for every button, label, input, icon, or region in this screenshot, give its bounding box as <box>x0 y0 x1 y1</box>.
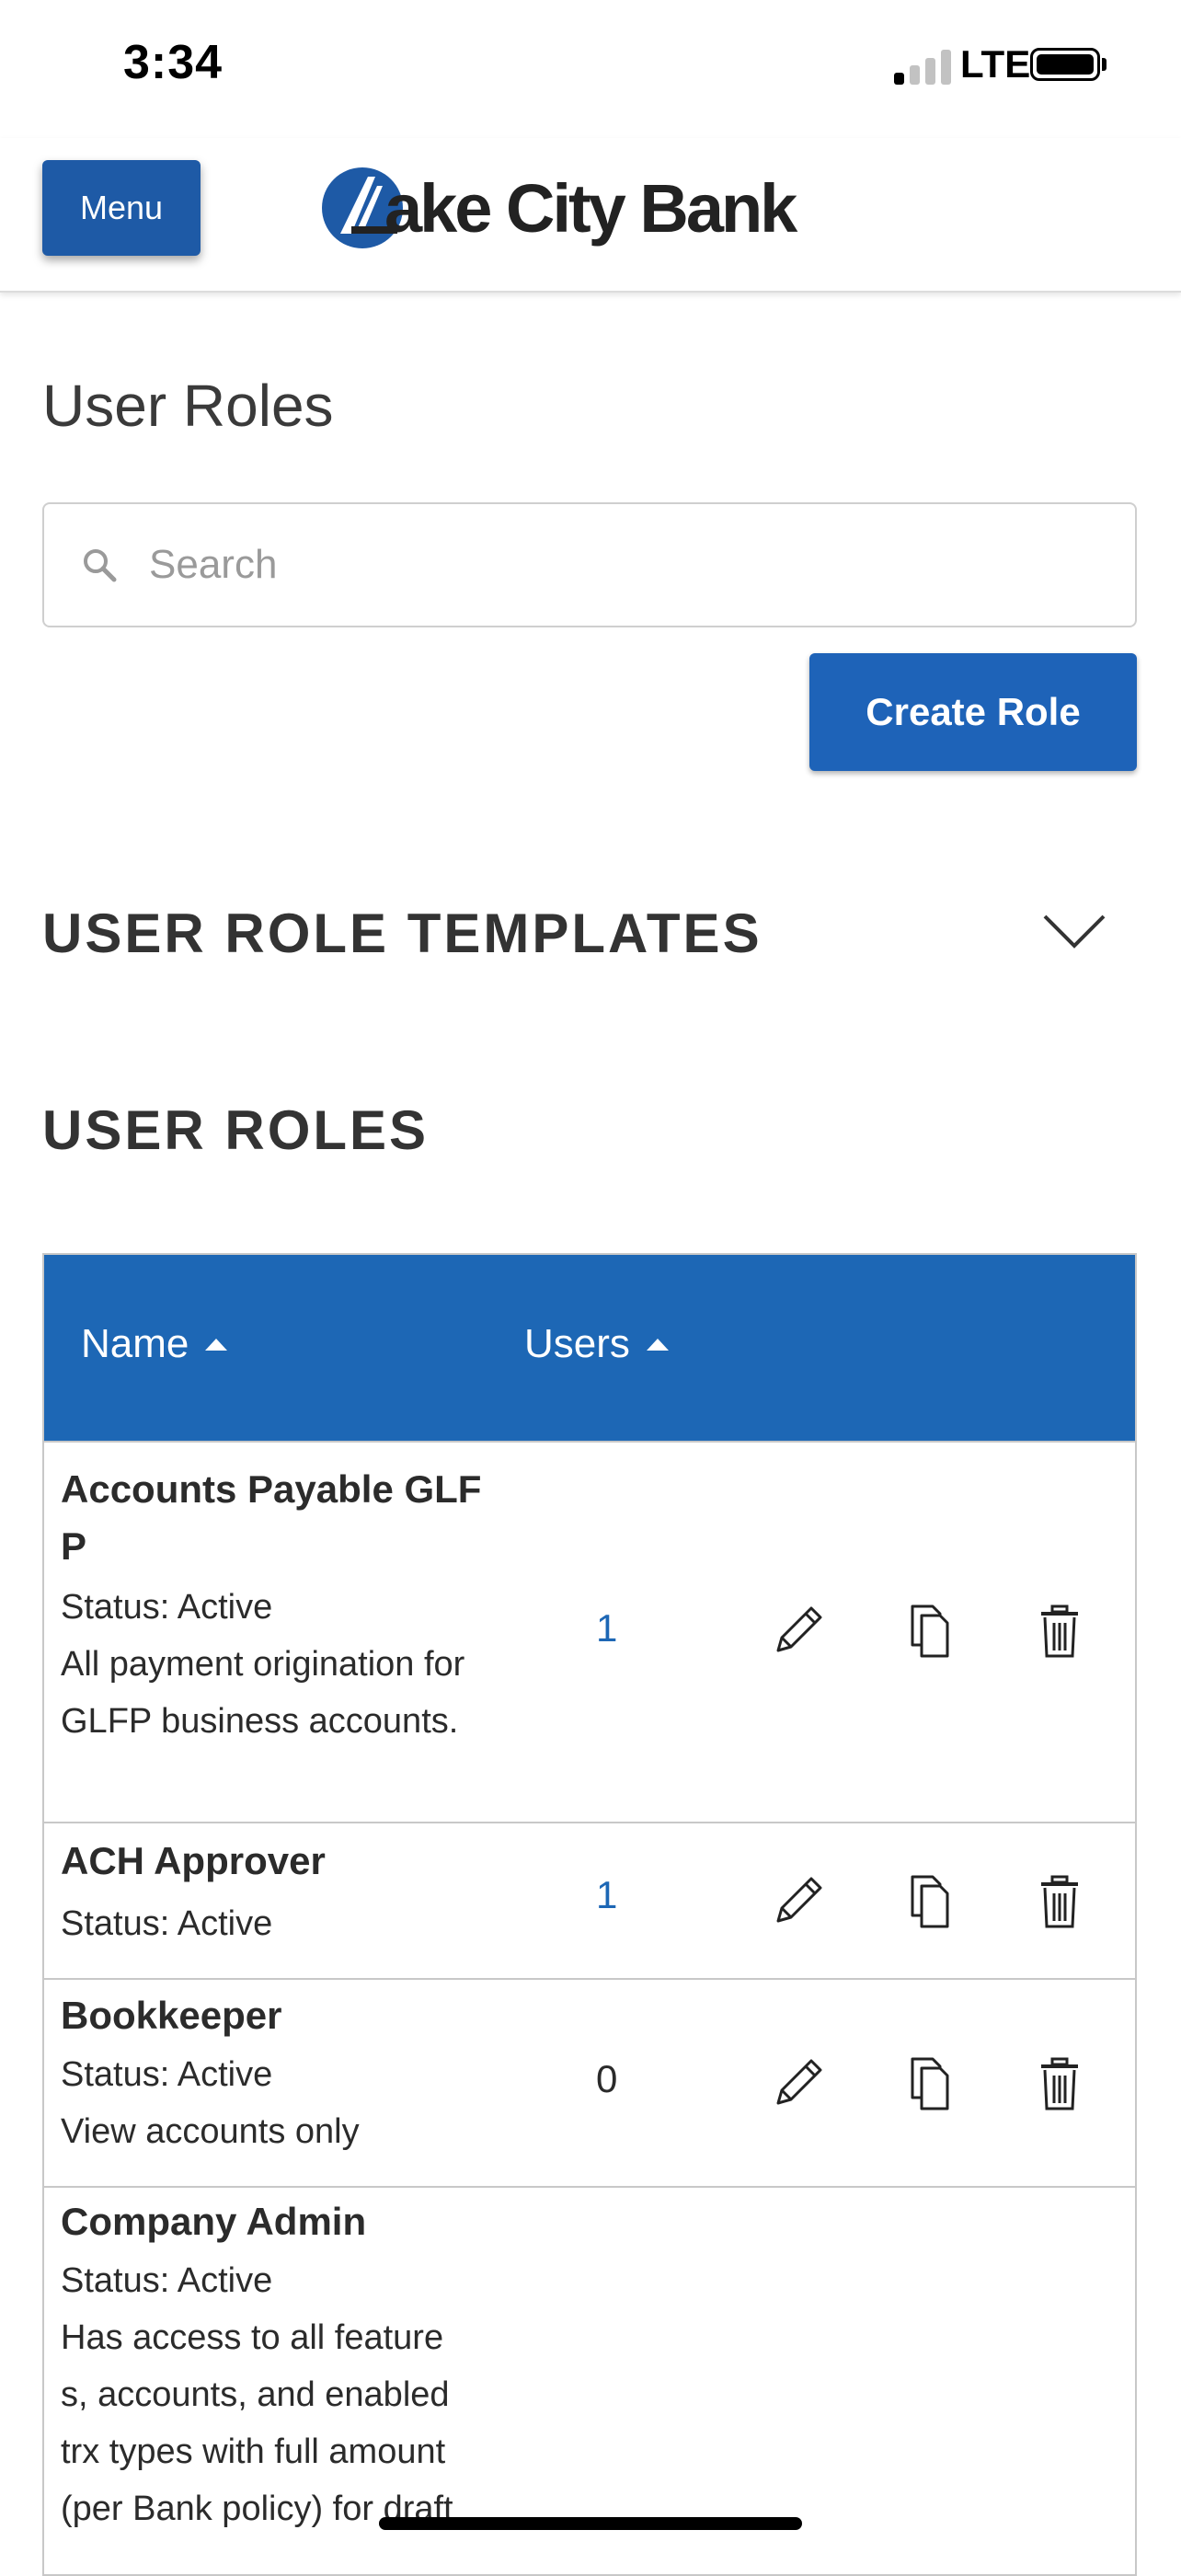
sort-by-name-header[interactable]: Name <box>81 1321 228 1367</box>
table-header: Name Users <box>44 1255 1135 1441</box>
copy-icon[interactable] <box>900 2053 958 2112</box>
table-row: Accounts Payable GLFP Status: Active All… <box>44 1441 1135 1822</box>
role-name: Company Admin <box>61 2200 367 2243</box>
table-row: ACH Approver Status: Active 1 <box>44 1822 1135 1978</box>
sort-ascending-icon <box>205 1338 228 1351</box>
chevron-down-icon[interactable] <box>1041 911 1107 951</box>
delete-trash-icon[interactable] <box>1030 1871 1089 1930</box>
role-description: View accounts only <box>61 2112 360 2151</box>
menu-button[interactable]: Menu <box>42 160 201 256</box>
users-column-label: Users <box>524 1321 630 1366</box>
edit-pencil-icon[interactable] <box>769 1601 828 1660</box>
edit-pencil-icon[interactable] <box>769 2053 828 2112</box>
table-row: Company Admin Status: Active Has access … <box>44 2186 1135 2574</box>
battery-tip <box>1102 58 1106 71</box>
network-type: LTE <box>960 42 1031 86</box>
search-icon <box>84 549 117 582</box>
role-status: Status: Active <box>61 1588 273 1627</box>
users-count-link[interactable]: 1 <box>596 1606 617 1650</box>
user-role-templates-heading[interactable]: USER ROLE TEMPLATES <box>42 902 762 965</box>
app-header: Menu ake City Bank <box>0 138 1181 293</box>
name-column-label: Name <box>81 1321 189 1366</box>
delete-trash-icon[interactable] <box>1030 1601 1089 1660</box>
role-name: Bookkeeper <box>61 1994 282 2037</box>
role-name: ACH Approver <box>61 1839 326 1882</box>
users-count-link[interactable]: 1 <box>596 1873 617 1917</box>
role-name: Accounts Payable GLFP <box>61 1467 482 1568</box>
role-status: Status: Active <box>61 2055 273 2094</box>
status-time: 3:34 <box>123 36 224 89</box>
create-role-button[interactable]: Create Role <box>809 653 1137 771</box>
delete-trash-icon[interactable] <box>1030 2053 1089 2112</box>
status-bar: 3:34 LTE <box>0 0 1181 138</box>
battery-icon <box>1030 48 1100 81</box>
copy-icon[interactable] <box>900 1601 958 1660</box>
role-description: All payment origination for GLFP busines… <box>61 1645 465 1741</box>
search-input[interactable] <box>149 504 1106 626</box>
search-box[interactable] <box>42 502 1137 627</box>
role-status: Status: Active <box>61 2261 273 2300</box>
sort-ascending-icon <box>646 1338 669 1351</box>
cellular-signal-icon <box>894 48 951 85</box>
page-title: User Roles <box>42 373 334 439</box>
table-row: Bookkeeper Status: Active View accounts … <box>44 1978 1135 2186</box>
bank-logo[interactable]: ake City Bank <box>320 160 797 256</box>
bank-logo-text: ake City Bank <box>384 169 797 247</box>
sort-by-users-header[interactable]: Users <box>524 1321 669 1367</box>
user-roles-heading: USER ROLES <box>42 1099 430 1161</box>
home-indicator[interactable] <box>379 2517 802 2530</box>
users-count: 0 <box>596 2057 618 2100</box>
copy-icon[interactable] <box>900 1871 958 1930</box>
role-description: Has access to all features, accounts, an… <box>61 2318 453 2528</box>
role-status: Status: Active <box>61 1904 273 1943</box>
user-roles-table: Name Users Accounts Payable GLFP Status:… <box>42 1253 1137 2576</box>
edit-pencil-icon[interactable] <box>769 1871 828 1930</box>
